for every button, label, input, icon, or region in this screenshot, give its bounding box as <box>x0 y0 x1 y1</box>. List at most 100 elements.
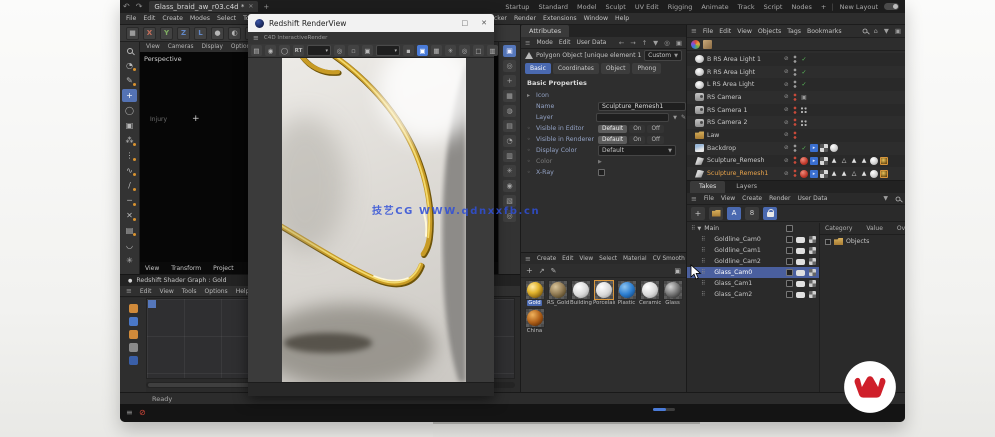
scale-tool-icon[interactable]: ▣ <box>122 119 137 132</box>
rotate-tool-icon[interactable]: ◯ <box>122 104 137 117</box>
materials-menu-item[interactable]: Create <box>537 256 556 262</box>
node-tool-icon[interactable] <box>129 304 138 313</box>
visibility-dots[interactable] <box>793 93 797 102</box>
grid-icon[interactable]: ▦ <box>503 90 516 102</box>
preset-dropdown-icon[interactable]: ▾ <box>376 45 400 56</box>
object-manager-menu-item[interactable]: File <box>703 28 713 35</box>
document-tab[interactable]: Glass_braid_aw_r03.c4d * ✕ <box>149 1 258 12</box>
points-icon[interactable]: ⋮ <box>122 149 137 162</box>
material-thumbnail[interactable] <box>571 280 591 300</box>
take-menu-item[interactable]: User Data <box>797 195 827 202</box>
material-thumbnail[interactable] <box>525 308 545 328</box>
column-header[interactable]: Value <box>866 225 882 232</box>
materials-menu-item[interactable]: Material <box>623 256 647 262</box>
node-editor-menu-item[interactable]: Options <box>205 288 228 295</box>
workplane-icon[interactable]: ■ <box>126 27 139 40</box>
search-icon[interactable] <box>862 29 867 34</box>
materials-menu-item[interactable]: CV Smooth <box>653 256 685 262</box>
attributes-menu-item[interactable]: User Data <box>576 39 606 46</box>
add-icon[interactable]: + <box>503 75 516 87</box>
history-icon[interactable]: ◔ <box>122 59 137 72</box>
link-icon[interactable]: 8 <box>745 207 759 220</box>
render-view-icon[interactable]: ● <box>211 27 224 40</box>
white-balance-icon[interactable]: ◎ <box>459 45 470 56</box>
take-row[interactable]: ⠿ ▼ Main <box>687 223 819 234</box>
node-editor-menu-item[interactable]: View <box>160 288 174 295</box>
menu-item[interactable]: Extensions <box>543 15 577 22</box>
rt-mode-icon[interactable]: RT <box>293 45 304 56</box>
take-menu-item[interactable]: Render <box>769 195 790 202</box>
material-thumbnail[interactable] <box>548 280 568 300</box>
nav-icon[interactable]: ▼ <box>653 39 658 47</box>
camera-toggle-icon[interactable] <box>796 237 805 243</box>
sphere-white-tag[interactable] <box>830 144 838 152</box>
object-row[interactable]: Backdrop ⊘ <box>687 142 905 155</box>
start-render-icon[interactable]: ◉ <box>265 45 276 56</box>
hamburger-icon[interactable]: ≡ <box>525 255 531 263</box>
record-icon[interactable]: ◉ <box>503 180 516 192</box>
render-settings-icon[interactable] <box>809 269 816 276</box>
nav-icon[interactable]: ◎ <box>664 39 670 47</box>
object-row[interactable]: Sculpture_Remesh ⊘ <box>687 155 905 168</box>
viewport-bottom-tab[interactable]: Transform <box>171 265 201 272</box>
node-editor-menu-item[interactable]: Edit <box>140 288 152 295</box>
measure-icon[interactable]: ─ <box>122 194 137 207</box>
flag-tag[interactable] <box>810 157 818 165</box>
gold-tag[interactable] <box>880 157 888 165</box>
layout-tab[interactable]: Startup <box>505 3 529 11</box>
expander-icon[interactable]: ▶ <box>598 159 602 165</box>
compare-icon[interactable]: ▫ <box>348 45 359 56</box>
viewport-menu-item[interactable]: View <box>146 44 160 50</box>
drag-handle-icon[interactable]: ⠿ <box>701 280 704 287</box>
sphere-white-tag[interactable] <box>870 170 878 178</box>
layer-field[interactable] <box>596 113 669 122</box>
menu-item[interactable]: Edit <box>143 15 155 22</box>
hamburger-icon[interactable]: ≡ <box>253 34 259 42</box>
take-menu-item[interactable]: Create <box>742 195 762 202</box>
take-manager-tab[interactable]: Takes <box>690 181 725 193</box>
take-checkbox[interactable] <box>786 258 793 265</box>
add-take-icon[interactable]: + <box>691 207 705 220</box>
material-thumbnail[interactable] <box>663 280 683 300</box>
option-on[interactable]: On <box>629 136 645 144</box>
material-thumbnail[interactable] <box>617 280 637 300</box>
visibility-dots[interactable] <box>793 80 797 89</box>
clock-icon[interactable]: ◔ <box>503 135 516 147</box>
filter-cube-icon[interactable] <box>703 40 712 49</box>
scatter-icon[interactable]: ⁂ <box>122 134 137 147</box>
take-checkbox[interactable] <box>786 280 793 287</box>
material-thumbnail[interactable] <box>525 280 545 300</box>
nav-icon[interactable]: ← <box>619 39 624 47</box>
visibility-icon[interactable]: ⊘ <box>784 171 790 177</box>
drag-handle-icon[interactable]: ⠿ <box>701 236 704 243</box>
object-row[interactable]: RS Camera 1 ⊘ <box>687 104 905 117</box>
visibility-icon[interactable]: ⊘ <box>784 132 790 138</box>
node-editor-menu-item[interactable]: Tools <box>182 288 197 295</box>
option-default[interactable]: Default <box>598 136 627 144</box>
visibility-icon[interactable]: ⊘ <box>784 120 790 126</box>
layout-tab[interactable]: Model <box>577 3 597 11</box>
drag-handle-icon[interactable]: ⠿ <box>701 291 704 298</box>
auto-take-icon[interactable]: A <box>727 207 741 220</box>
viewport-bottom-tab[interactable]: View <box>145 265 159 272</box>
visibility-dots[interactable] <box>793 118 797 127</box>
lock-camera-icon[interactable]: ◎ <box>334 45 345 56</box>
snap-x-icon[interactable]: X <box>143 27 156 40</box>
menu-item[interactable]: Render <box>514 15 536 22</box>
visibility-icon[interactable]: ⊘ <box>784 158 790 164</box>
take-row[interactable]: ⠿ ▼ Glass_Cam0 <box>687 267 819 278</box>
tri-tag[interactable] <box>860 157 868 165</box>
menu-item[interactable]: Modes <box>190 15 210 22</box>
layout-tab[interactable]: Rigging <box>668 3 693 11</box>
name-field[interactable]: Sculpture_Remesh1 <box>598 102 686 111</box>
tab-attributes[interactable]: Attributes <box>521 25 569 37</box>
option-off[interactable]: Off <box>647 136 664 144</box>
flag-tag[interactable] <box>810 144 818 152</box>
expander-icon[interactable]: ▸ <box>527 92 532 99</box>
camera-dropdown-icon[interactable]: ▾ <box>307 45 331 56</box>
material-swatch[interactable]: Gold <box>523 280 546 306</box>
lock-icon[interactable] <box>763 207 777 220</box>
hamburger-icon[interactable]: ≡ <box>691 195 697 203</box>
render-settings-icon[interactable] <box>809 236 816 243</box>
flag-tag[interactable] <box>810 170 818 178</box>
